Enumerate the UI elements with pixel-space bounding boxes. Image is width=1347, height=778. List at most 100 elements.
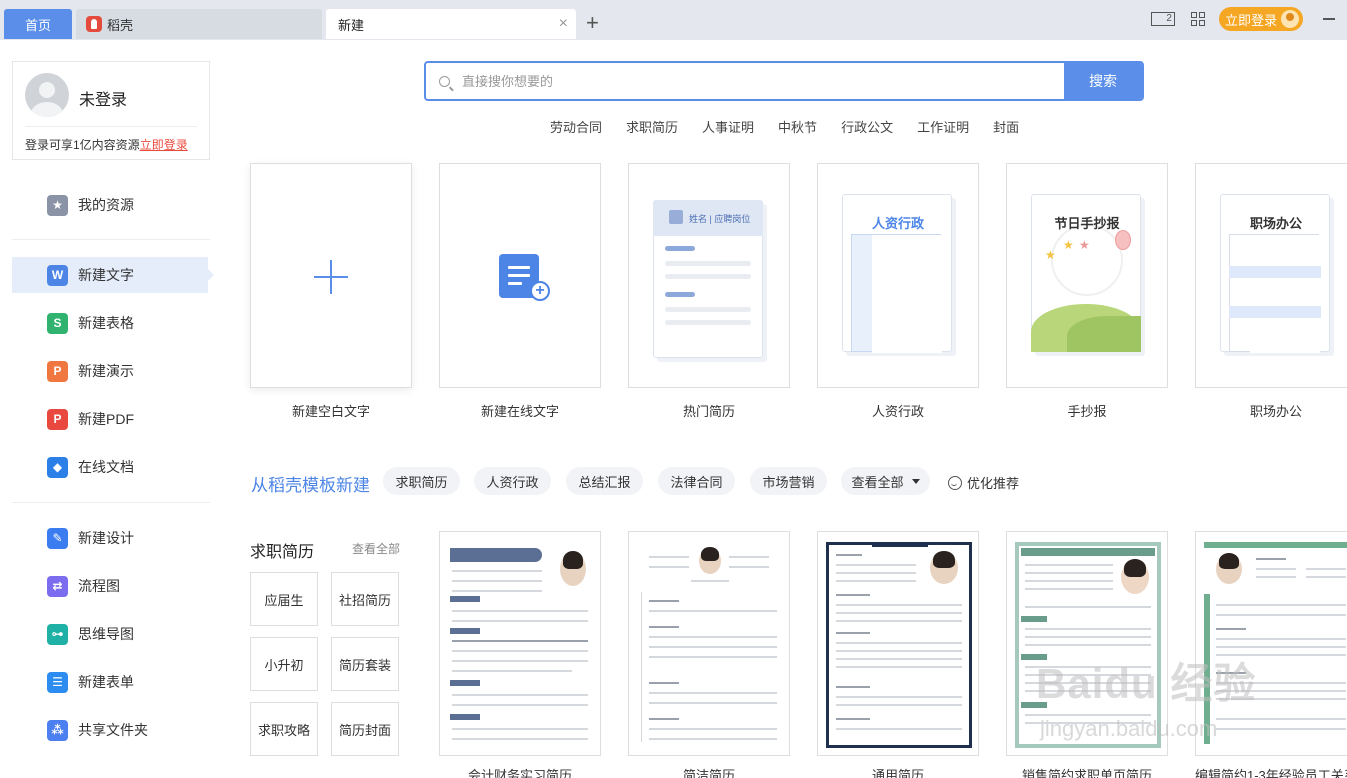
category-chip[interactable]: 市场营销 — [750, 467, 827, 495]
add-tab-icon[interactable]: + — [586, 10, 599, 36]
window-controls: 2 立即登录 — [1150, 6, 1347, 32]
hot-keyword[interactable]: 中秋节 — [778, 117, 817, 136]
login-button-label: 立即登录 — [1224, 12, 1277, 28]
tab-home[interactable]: 首页 — [4, 9, 72, 39]
search-box: 搜索 — [424, 61, 1144, 101]
section-title: 从稻壳模板新建 — [251, 476, 370, 495]
hot-keywords: 劳动合同 求职简历 人事证明 中秋节 行政公文 工作证明 封面 — [550, 117, 1043, 136]
sidebar-item-online-doc[interactable]: ◆ 在线文档 — [12, 449, 208, 485]
subcategory-button[interactable]: 应届生 — [250, 572, 318, 626]
sidebar-item-mindmap[interactable]: ⊶ 思维导图 — [12, 616, 208, 652]
hot-resume-card[interactable]: 姓名 | 应聘岗位 — [628, 163, 790, 388]
tab-daoke-label: 稻壳 — [107, 17, 134, 33]
close-icon[interactable]: × — [559, 15, 568, 33]
subcategory-button[interactable]: 社招简历 — [331, 572, 399, 626]
template-card[interactable] — [1195, 531, 1347, 756]
login-button[interactable]: 立即登录 — [1218, 7, 1303, 31]
portrait — [1121, 558, 1149, 594]
sidebar-item-new-form[interactable]: ☰ 新建表单 — [12, 664, 208, 700]
sidebar-item-new-presentation[interactable]: P 新建演示 — [12, 353, 208, 389]
divider — [25, 126, 197, 127]
handwritten-newspaper-card[interactable]: ★ ★ ★ 节日手抄报 — [1006, 163, 1168, 388]
template-card[interactable] — [439, 531, 601, 756]
sidebar-item-flowchart[interactable]: ⇄ 流程图 — [12, 568, 208, 604]
pdf-icon: P — [47, 409, 68, 430]
resume-head: 姓名 | 应聘岗位 — [653, 200, 763, 236]
login-tip-text: 登录可享1亿内容资源 — [25, 138, 140, 152]
sidebar-item-new-spreadsheet[interactable]: S 新建表格 — [12, 305, 208, 341]
window-switch-icon[interactable]: 2 — [1150, 12, 1175, 26]
user-avatar[interactable] — [25, 73, 69, 117]
sidebar-item-new-writer[interactable]: W 新建文字 — [12, 257, 214, 293]
view-all-dropdown[interactable]: 查看全部 — [841, 467, 930, 495]
baidu-watermark-url: jingyan.baidu.com — [1040, 716, 1218, 741]
search-input[interactable] — [462, 63, 1064, 99]
subcategory-button[interactable]: 求职攻略 — [250, 702, 318, 756]
login-link[interactable]: 立即登录 — [140, 138, 188, 152]
card-label: 新建空白文字 — [291, 404, 370, 419]
template-label: 会计财务实习简历 — [467, 768, 572, 778]
subcategory-button[interactable]: 简历封面 — [331, 702, 399, 756]
sidebar-item-label: 新建表单 — [78, 674, 134, 690]
hot-keyword[interactable]: 人事证明 — [702, 117, 754, 136]
tab-bar: 首页 稻壳 新建 × + 2 立即登录 — [0, 0, 1347, 40]
star-icon: ★ — [1063, 238, 1074, 252]
subcategory-button[interactable]: 简历套装 — [331, 637, 399, 691]
subcategory-button[interactable]: 小升初 — [250, 637, 318, 691]
template-card[interactable] — [628, 531, 790, 756]
sidebar-divider — [12, 239, 210, 240]
category-title: 求职简历 — [250, 544, 315, 561]
form-icon: ☰ — [47, 672, 68, 693]
sidebar-divider — [12, 502, 210, 503]
template-label: 通用简历 — [871, 768, 924, 778]
hot-keyword[interactable]: 封面 — [993, 117, 1019, 136]
view-all-link[interactable]: 查看全部 — [352, 540, 400, 557]
minimize-icon[interactable] — [1323, 18, 1335, 20]
hot-keyword[interactable]: 行政公文 — [841, 117, 893, 136]
cloud-doc-icon: ◆ — [47, 457, 68, 478]
optimize-recommend[interactable]: 优化推荐 — [948, 473, 1019, 492]
hot-keyword[interactable]: 工作证明 — [917, 117, 969, 136]
sidebar-item-my-resources[interactable]: ★ 我的资源 — [12, 187, 208, 223]
balloon-icon — [1115, 230, 1131, 250]
writer-icon: W — [47, 265, 68, 286]
sidebar-item-label: 新建设计 — [78, 530, 134, 546]
hot-keyword[interactable]: 求职简历 — [626, 117, 678, 136]
mindmap-icon: ⊶ — [47, 624, 68, 645]
category-chip[interactable]: 总结汇报 — [566, 467, 643, 495]
new-blank-doc-card[interactable] — [250, 163, 412, 388]
hot-keyword[interactable]: 劳动合同 — [550, 117, 602, 136]
add-icon: + — [530, 281, 550, 301]
tab-daoke[interactable]: 稻壳 — [76, 9, 322, 39]
sidebar-item-label: 在线文档 — [78, 459, 134, 475]
smile-icon — [948, 475, 962, 490]
user-name[interactable]: 未登录 — [79, 86, 127, 110]
portrait — [930, 550, 958, 584]
card-label: 人资行政 — [871, 404, 924, 419]
new-online-doc-card[interactable]: + — [439, 163, 601, 388]
search-button[interactable]: 搜索 — [1064, 63, 1142, 99]
star-icon: ★ — [47, 195, 68, 216]
category-chip[interactable]: 人资行政 — [474, 467, 551, 495]
star-icon: ★ — [1079, 238, 1090, 252]
sidebar-item-label: 思维导图 — [78, 626, 134, 642]
card-label: 职场办公 — [1249, 404, 1302, 419]
template-label: 简洁简历 — [682, 768, 735, 778]
apps-grid-icon[interactable] — [1190, 12, 1205, 26]
tab-new[interactable]: 新建 × — [326, 9, 576, 39]
sidebar-item-shared-folder[interactable]: ⁂ 共享文件夹 — [12, 712, 208, 748]
portrait — [1216, 552, 1242, 584]
sidebar-item-label: 新建表格 — [78, 315, 134, 331]
category-chip[interactable]: 法律合同 — [658, 467, 735, 495]
sidebar-item-new-design[interactable]: ✎ 新建设计 — [12, 520, 208, 556]
workplace-office-card[interactable]: 职场办公 — [1195, 163, 1347, 388]
template-card[interactable] — [817, 531, 979, 756]
design-icon: ✎ — [47, 528, 68, 549]
hr-admin-card[interactable]: 人资行政 — [817, 163, 979, 388]
daoke-logo-icon — [86, 16, 102, 32]
template-label: 编辑简约1-3年经验员工关系 — [1195, 768, 1347, 778]
tab-new-label: 新建 — [338, 17, 365, 33]
avatar-icon — [1281, 10, 1299, 28]
category-chip[interactable]: 求职简历 — [383, 467, 460, 495]
sidebar-item-new-pdf[interactable]: P 新建PDF — [12, 401, 208, 437]
